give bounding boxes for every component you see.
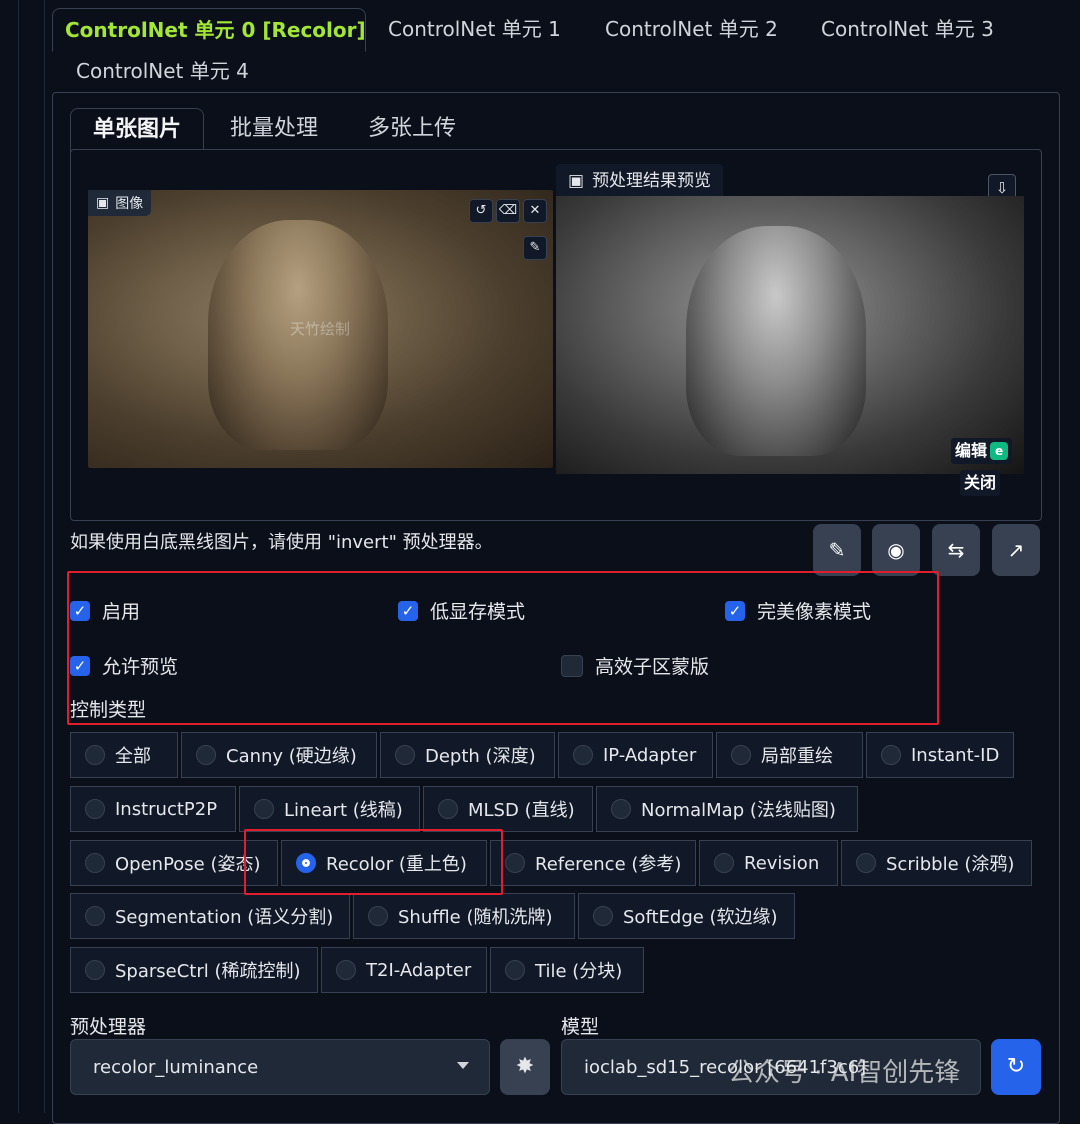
tab-multi-upload[interactable]: 多张上传: [346, 108, 478, 150]
image-icon: ▣: [96, 195, 110, 211]
control-type-shuffle[interactable]: Shuffle (随机洗牌): [353, 893, 575, 939]
radio-ring: [573, 745, 593, 765]
check-icon: ✓: [70, 600, 90, 621]
radio-ring: [85, 745, 105, 765]
pixel-perfect-checkbox[interactable]: ✓ 完美像素模式: [725, 597, 871, 624]
control-type-t2i-adapter[interactable]: T2I-Adapter: [321, 947, 487, 993]
control-type-sparsectrl[interactable]: SparseCtrl (稀疏控制): [70, 947, 318, 993]
low-vram-checkbox[interactable]: ✓ 低显存模式: [398, 597, 525, 624]
control-type-scribble[interactable]: Scribble (涂鸦): [841, 840, 1032, 886]
radio-ring: [85, 906, 105, 926]
radio-ring: [254, 799, 274, 819]
control-type-normalmap[interactable]: NormalMap (法线贴图): [596, 786, 858, 832]
brush-icon[interactable]: ✎: [523, 236, 547, 260]
tab-unit-3[interactable]: ControlNet 单元 3: [809, 8, 1006, 50]
radio-ring: [438, 799, 458, 819]
annotation-box-recolor: [244, 829, 503, 895]
radio-ring: [395, 745, 415, 765]
control-type-depth[interactable]: Depth (深度): [380, 732, 555, 778]
control-type-instructp2p[interactable]: InstructP2P: [70, 786, 236, 832]
input-image-label: ▣ 图像: [88, 190, 152, 216]
efficient-mask-checkbox[interactable]: 高效子区蒙版: [561, 652, 709, 679]
camera-icon[interactable]: ◉: [872, 524, 920, 576]
logo-icon: e: [990, 442, 1009, 460]
tab-unit-1[interactable]: ControlNet 单元 1: [376, 8, 573, 50]
run-preprocessor-icon[interactable]: ✸: [500, 1039, 550, 1095]
left-rail: [0, 0, 45, 1113]
control-type-mlsd[interactable]: MLSD (直线): [423, 786, 593, 832]
radio-ring: [196, 745, 216, 765]
control-type-ip-adapter[interactable]: IP-Adapter: [558, 732, 713, 778]
edit-badge[interactable]: 编辑 e: [951, 438, 1013, 464]
check-icon: ✓: [725, 600, 745, 621]
check-icon: ✓: [398, 600, 418, 621]
preview-image: [556, 196, 1024, 474]
watermark: 公众号 · AI智创先锋: [728, 1058, 961, 1088]
preprocessor-label: 预处理器: [70, 1016, 147, 1038]
enable-checkbox[interactable]: ✓ 启用: [70, 597, 140, 624]
image-icon: ▣: [568, 171, 585, 191]
radio-ring: [85, 853, 105, 873]
annotation-box-options: [67, 571, 939, 725]
undo-icon[interactable]: ↺: [469, 199, 493, 223]
unchecked-box: [561, 654, 583, 677]
radio-ring: [593, 906, 613, 926]
refresh-icon[interactable]: ↻: [991, 1039, 1041, 1095]
control-type-reference[interactable]: Reference (参考): [490, 840, 696, 886]
eraser-icon[interactable]: ⌫: [496, 199, 520, 223]
input-watermark: 天竹绘制: [290, 320, 351, 338]
radio-ring: [505, 960, 525, 980]
tab-batch[interactable]: 批量处理: [208, 108, 340, 150]
invert-hint: 如果使用白底黑线图片，请使用 "invert" 预处理器。: [70, 532, 493, 553]
model-label: 模型: [561, 1016, 600, 1038]
radio-ring: [611, 799, 631, 819]
radio-ring: [731, 745, 751, 765]
radio-ring: [368, 906, 388, 926]
radio-ring: [85, 960, 105, 980]
control-type-revision[interactable]: Revision: [699, 840, 838, 886]
radio-ring: [505, 853, 525, 873]
close-icon[interactable]: ✕: [523, 199, 547, 223]
control-type-segmentation[interactable]: Segmentation (语义分割): [70, 893, 350, 939]
control-type-tile[interactable]: Tile (分块): [490, 947, 644, 993]
tab-single-image[interactable]: 单张图片: [70, 108, 205, 152]
radio-ring: [714, 853, 734, 873]
memo-icon[interactable]: ✎: [813, 524, 861, 576]
control-type-inpaint[interactable]: 局部重绘: [716, 732, 863, 778]
control-type-label: 控制类型: [70, 699, 147, 721]
allow-preview-checkbox[interactable]: ✓ 允许预览: [70, 652, 178, 679]
close-badge[interactable]: 关闭: [960, 470, 1001, 496]
radio-ring: [85, 799, 105, 819]
send-dimensions-icon[interactable]: ↗: [992, 524, 1040, 576]
control-type-softedge[interactable]: SoftEdge (软边缘): [578, 893, 795, 939]
preview-label: ▣ 预处理结果预览: [556, 164, 724, 198]
control-type-canny[interactable]: Canny (硬边缘): [181, 732, 377, 778]
swap-icon[interactable]: ⇆: [932, 524, 980, 576]
tab-unit-4[interactable]: ControlNet 单元 4: [64, 50, 261, 92]
radio-ring: [336, 960, 356, 980]
control-type-all[interactable]: 全部: [70, 732, 178, 778]
control-type-lineart[interactable]: Lineart (线稿): [239, 786, 420, 832]
chevron-down-icon: [457, 1062, 469, 1069]
preprocessor-select[interactable]: recolor_luminance: [70, 1039, 490, 1095]
radio-ring: [881, 745, 901, 765]
tab-unit-2[interactable]: ControlNet 单元 2: [593, 8, 790, 50]
control-type-instant-id[interactable]: Instant-ID: [866, 732, 1014, 778]
tab-unit-0[interactable]: ControlNet 单元 0 [Recolor]: [52, 8, 366, 52]
check-icon: ✓: [70, 655, 90, 676]
radio-ring: [856, 853, 876, 873]
